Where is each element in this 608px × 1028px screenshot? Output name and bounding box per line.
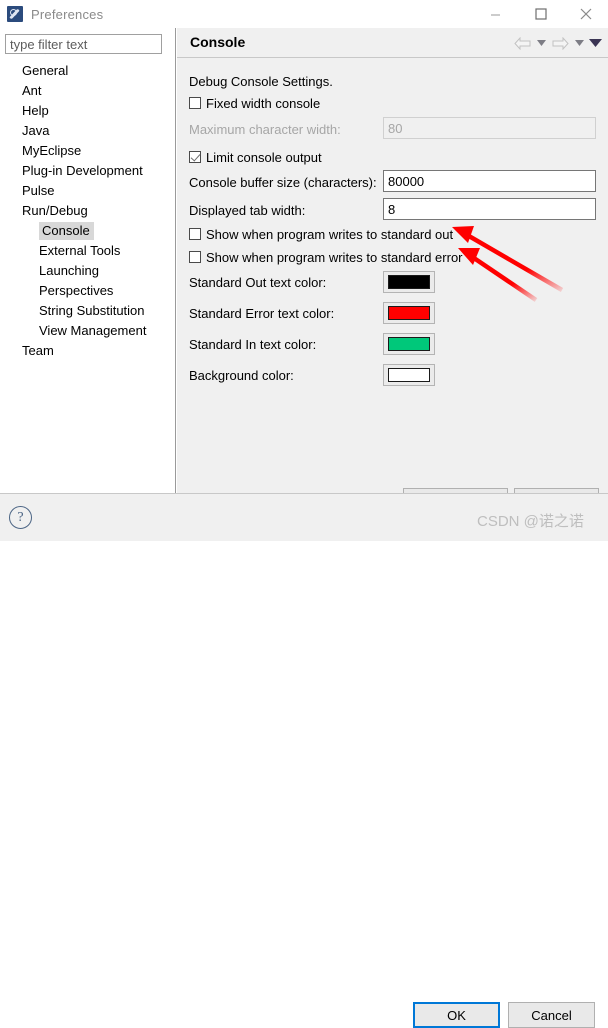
tree-item-pulse[interactable]: Pulse [0, 181, 176, 201]
color-preview [388, 275, 430, 289]
show-on-standard-out-checkbox[interactable]: Show when program writes to standard out [189, 224, 453, 244]
section-label-text: Debug Console Settings. [189, 73, 333, 89]
tree-item-external-tools[interactable]: External Tools [0, 241, 176, 261]
displayed-tab-width-label: Displayed tab width: [189, 200, 305, 220]
maximum-character-width-label: Maximum character width: [189, 119, 341, 139]
tree-item-label: Run/Debug [22, 203, 88, 218]
forward-arrow-icon[interactable] [550, 33, 570, 53]
tree-item-label: MyEclipse [22, 143, 82, 158]
help-icon[interactable]: ? [9, 506, 32, 529]
tree-item-label: Plug-in Development [22, 163, 143, 178]
checkbox-box [189, 151, 201, 163]
ok-button[interactable]: OK [413, 1002, 500, 1028]
tree-item-label: Team [22, 343, 54, 358]
tree-item-console[interactable]: Console [0, 221, 176, 241]
tree-item-string-substitution[interactable]: String Substitution [0, 301, 176, 321]
tree-item-help[interactable]: Help [0, 101, 176, 121]
checkbox-box [189, 251, 201, 263]
tree-item-plug-in-development[interactable]: Plug-in Development [0, 161, 176, 181]
color-preview [388, 368, 430, 382]
tree-item-run-debug[interactable]: Run/Debug [0, 201, 176, 221]
window-controls [473, 0, 608, 28]
standard-out-color-label: Standard Out text color: [189, 272, 326, 292]
tree-item-perspectives[interactable]: Perspectives [0, 281, 176, 301]
fixed-width-console-checkbox[interactable]: Fixed width console [189, 93, 320, 113]
background-color-label: Background color: [189, 365, 294, 385]
tree-item-label: Perspectives [39, 283, 114, 298]
tree-item-label: View Management [39, 323, 147, 338]
standard-error-color-swatch[interactable] [383, 302, 435, 324]
label-text: Standard In text color: [189, 336, 317, 352]
tree-item-label: Console [39, 222, 94, 240]
label-text: Standard Out text color: [189, 274, 327, 290]
tree-item-label: Ant [22, 83, 42, 98]
label-text: Displayed tab width: [189, 202, 306, 218]
panel-nav-toolbar [512, 33, 602, 53]
back-chevron-down-icon[interactable] [534, 33, 548, 53]
label-text: Console buffer size (characters): [189, 174, 377, 190]
eclipse-preferences-icon [7, 6, 23, 22]
standard-error-color-label: Standard Error text color: [189, 303, 334, 323]
checkbox-box [189, 97, 201, 109]
panel-header: Console [177, 28, 608, 58]
standard-in-color-swatch[interactable] [383, 333, 435, 355]
window-title: Preferences [31, 6, 104, 22]
label-text: Background color: [189, 367, 294, 383]
show-on-standard-error-checkbox[interactable]: Show when program writes to standard err… [189, 247, 463, 267]
standard-in-color-label: Standard In text color: [189, 334, 316, 354]
tree-item-label: Launching [39, 263, 99, 278]
tree-item-label: General [22, 63, 69, 78]
tree-item-label: Java [22, 123, 50, 138]
preferences-dialog: Preferences General Ant Help Java MyEcli… [0, 0, 608, 1028]
maximize-icon[interactable] [518, 0, 563, 28]
checkbox-label: Show when program writes to standard err… [206, 249, 463, 265]
color-preview [388, 306, 430, 320]
minimize-icon[interactable] [473, 0, 518, 28]
view-menu-icon[interactable] [588, 33, 602, 53]
limit-console-output-checkbox[interactable]: Limit console output [189, 147, 322, 167]
cancel-button[interactable]: Cancel [508, 1002, 595, 1028]
checkbox-label: Fixed width console [206, 95, 321, 111]
tree-item-java[interactable]: Java [0, 121, 176, 141]
color-preview [388, 337, 430, 351]
tree-item-view-management[interactable]: View Management [0, 321, 176, 341]
checkbox-box [189, 228, 201, 240]
watermark: CSDN @诺之诺 [477, 513, 584, 530]
tree-item-label: Pulse [22, 183, 55, 198]
standard-out-color-swatch[interactable] [383, 271, 435, 293]
page-title: Console [190, 34, 246, 50]
background-color-swatch[interactable] [383, 364, 435, 386]
title-bar: Preferences [0, 0, 608, 28]
tree-item-general[interactable]: General [0, 61, 176, 81]
close-icon[interactable] [563, 0, 608, 28]
displayed-tab-width-input[interactable] [383, 198, 596, 220]
tree-item-team[interactable]: Team [0, 341, 176, 361]
tree-item-label: String Substitution [39, 303, 145, 318]
console-preferences-panel: Console Debug Console Settings. Fixed wi… [177, 28, 608, 512]
preferences-tree-panel: General Ant Help Java MyEclipse Plug-in … [0, 28, 176, 493]
tree-item-ant[interactable]: Ant [0, 81, 176, 101]
console-settings-form: Debug Console Settings. Fixed width cons… [177, 59, 608, 512]
label-text: Maximum character width: [189, 121, 341, 137]
preferences-tree: General Ant Help Java MyEclipse Plug-in … [0, 61, 176, 361]
tree-item-label: External Tools [39, 243, 121, 258]
tree-item-launching[interactable]: Launching [0, 261, 176, 281]
back-arrow-icon[interactable] [512, 33, 532, 53]
tree-item-label: Help [22, 103, 49, 118]
tree-item-myeclipse[interactable]: MyEclipse [0, 141, 176, 161]
filter-input[interactable] [5, 34, 162, 54]
forward-chevron-down-icon[interactable] [572, 33, 586, 53]
checkbox-label: Limit console output [206, 149, 322, 165]
section-label: Debug Console Settings. [189, 71, 333, 91]
console-buffer-size-input[interactable] [383, 170, 596, 192]
checkbox-label: Show when program writes to standard out [206, 226, 454, 242]
maximum-character-width-input [383, 117, 596, 139]
label-text: Standard Error text color: [189, 305, 335, 321]
console-buffer-size-label: Console buffer size (characters): [189, 172, 377, 192]
